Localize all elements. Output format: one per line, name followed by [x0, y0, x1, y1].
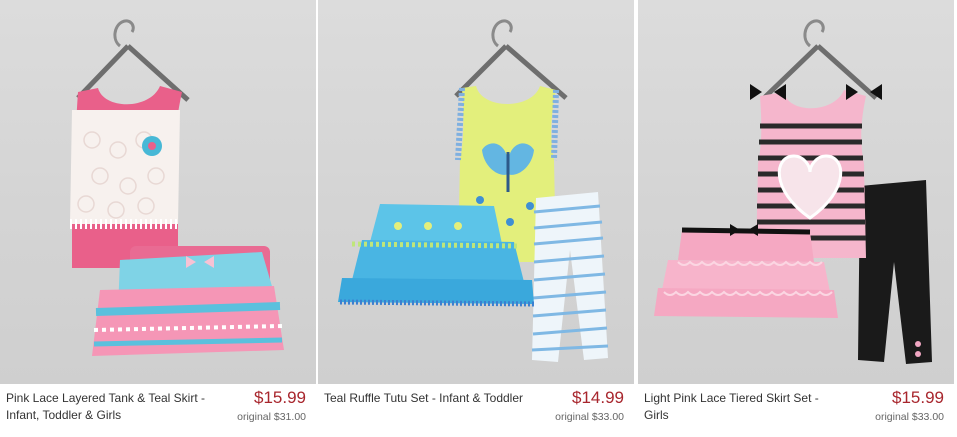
product-card[interactable]: Teal Ruffle Tutu Set - Infant & Toddler …	[318, 0, 634, 437]
leggings-illustration	[531, 192, 609, 362]
product-info: Light Pink Lace Tiered Skirt Set - Girls…	[638, 384, 954, 437]
tank-top-illustration	[70, 86, 182, 268]
original-price: original $33.00	[555, 411, 624, 423]
product-title[interactable]: Light Pink Lace Tiered Skirt Set - Girls	[644, 390, 844, 424]
product-image[interactable]	[318, 0, 634, 384]
product-info: Pink Lace Layered Tank & Teal Skirt - In…	[0, 384, 316, 437]
skirt-illustration	[92, 246, 284, 356]
product-info: Teal Ruffle Tutu Set - Infant & Toddler …	[318, 384, 634, 437]
tiered-skirt-illustration	[654, 224, 838, 318]
leggings-illustration	[858, 180, 932, 364]
sale-price: $15.99	[254, 388, 306, 407]
hanger-icon	[454, 19, 568, 100]
hanger-icon	[76, 19, 190, 102]
product-title[interactable]: Teal Ruffle Tutu Set - Infant & Toddler	[324, 390, 524, 407]
product-grid: Pink Lace Layered Tank & Teal Skirt - In…	[0, 0, 957, 437]
product-title[interactable]: Pink Lace Layered Tank & Teal Skirt - In…	[6, 390, 206, 424]
original-price: original $33.00	[875, 411, 944, 423]
hanger-icon	[762, 19, 878, 100]
product-card[interactable]: Light Pink Lace Tiered Skirt Set - Girls…	[638, 0, 954, 437]
original-price: original $31.00	[237, 411, 306, 423]
sale-price: $15.99	[892, 388, 944, 407]
product-card[interactable]: Pink Lace Layered Tank & Teal Skirt - In…	[0, 0, 316, 437]
product-image[interactable]	[0, 0, 316, 384]
product-image[interactable]	[638, 0, 954, 384]
sale-price: $14.99	[572, 388, 624, 407]
